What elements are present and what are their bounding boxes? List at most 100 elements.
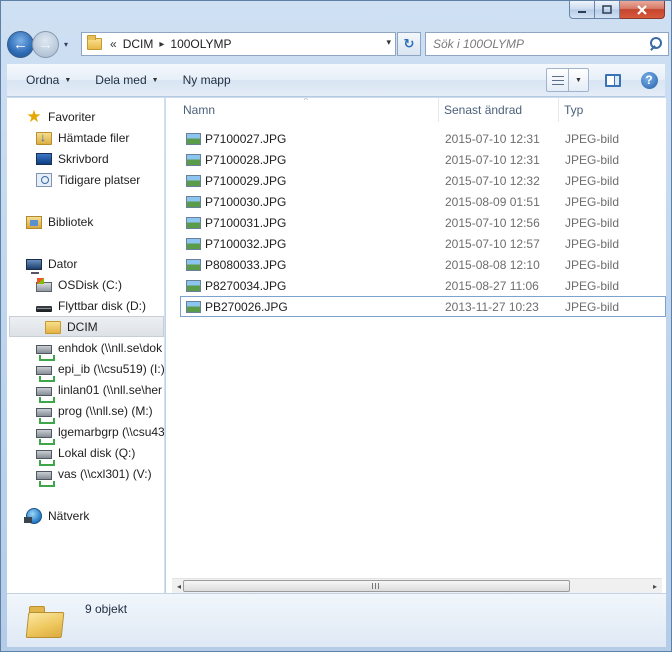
back-arrow-icon: ←: [13, 35, 28, 53]
forward-button[interactable]: →: [32, 30, 59, 58]
scrollbar-thumb[interactable]: [183, 580, 570, 592]
file-name: P8270034.JPG: [205, 279, 287, 293]
file-type: JPEG-bild: [565, 279, 620, 293]
sidebar-item-epi-ib[interactable]: epi_ib (\\csu519) (I:): [36, 358, 165, 382]
jpeg-image-icon: [186, 133, 201, 145]
file-name: P7100029.JPG: [205, 174, 287, 188]
sidebar-item-linlan01[interactable]: linlan01 (\\nll.se\her: [36, 379, 163, 403]
jpeg-image-icon: [186, 196, 201, 208]
network-drive-icon: [36, 386, 55, 403]
sidebar-item-label: Bibliotek: [48, 214, 94, 229]
close-icon: [637, 4, 647, 15]
file-row[interactable]: P8080033.JPG 2015-08-08 12:10 JPEG-bild: [180, 255, 666, 275]
maximize-button[interactable]: [595, 1, 620, 19]
file-row[interactable]: P7100029.JPG 2015-07-10 12:32 JPEG-bild: [180, 171, 666, 191]
chevron-down-icon: ▼: [151, 76, 159, 84]
jpeg-image-icon: [186, 217, 201, 229]
file-type: JPEG-bild: [565, 195, 620, 209]
minimize-icon: [578, 10, 586, 13]
breadcrumb-dcim[interactable]: DCIM: [123, 37, 154, 51]
sidebar-item-label: epi_ib (\\csu519) (I:): [58, 361, 165, 376]
sidebar-item-downloads[interactable]: Hämtade filer: [36, 127, 129, 148]
file-row[interactable]: P7100027.JPG 2015-07-10 12:31 JPEG-bild: [180, 129, 666, 149]
new-folder-button[interactable]: Ny mapp: [174, 68, 240, 92]
address-bar[interactable]: « DCIM ▸ 100OLYMP ▾: [81, 32, 396, 56]
sidebar-item-lgemarbgrp[interactable]: lgemarbgrp (\\csu43: [36, 421, 164, 445]
sidebar-item-removable-disk[interactable]: Flyttbar disk (D:): [36, 295, 146, 316]
sidebar-item-label: Skrivbord: [58, 151, 109, 166]
sidebar-item-network[interactable]: Nätverk: [24, 505, 90, 526]
file-row[interactable]: P7100030.JPG 2015-08-09 01:51 JPEG-bild: [180, 192, 666, 212]
file-row[interactable]: PB270026.JPG 2013-11-27 10:23 JPEG-bild: [180, 296, 666, 317]
details-view-icon[interactable]: [547, 69, 569, 91]
file-type: JPEG-bild: [565, 216, 620, 230]
folder-icon: [45, 321, 61, 334]
file-type: JPEG-bild: [565, 258, 620, 272]
horizontal-scrollbar[interactable]: ◂ ▸: [172, 578, 662, 593]
sidebar-item-dcim[interactable]: DCIM: [9, 316, 164, 337]
sidebar-item-label: enhdok (\\nll.se\dok: [58, 340, 163, 355]
column-header-type[interactable]: Typ: [564, 103, 583, 117]
refresh-button[interactable]: ↻: [397, 32, 421, 56]
file-row[interactable]: P7100031.JPG 2015-07-10 12:56 JPEG-bild: [180, 213, 666, 233]
sidebar-item-libraries[interactable]: Bibliotek: [26, 211, 93, 232]
share-with-label: Dela med: [95, 73, 147, 87]
sidebar-item-prog[interactable]: prog (\\nll.se) (M:): [36, 400, 153, 424]
network-drive-icon: [36, 470, 55, 487]
file-row[interactable]: P7100032.JPG 2015-07-10 12:57 JPEG-bild: [180, 234, 666, 254]
change-view-button[interactable]: ▼: [546, 68, 589, 92]
sort-ascending-icon: ^: [304, 98, 308, 105]
file-date: 2015-07-10 12:31: [445, 132, 540, 146]
sidebar-item-label: Nätverk: [48, 508, 90, 523]
chevron-down-icon: ▾: [63, 39, 68, 49]
search-icon[interactable]: [647, 36, 663, 52]
folder-icon: [87, 35, 102, 50]
sidebar-item-label: Hämtade filer: [58, 130, 130, 145]
new-folder-label: Ny mapp: [182, 73, 231, 87]
file-name: P7100031.JPG: [205, 216, 287, 230]
close-button[interactable]: [620, 1, 665, 19]
sidebar-item-label: linlan01 (\\nll.se\her: [58, 382, 163, 397]
recent-locations-button[interactable]: ▾: [60, 40, 72, 49]
share-with-button[interactable]: Dela med ▼: [86, 68, 167, 92]
organize-label: Ordna: [26, 73, 60, 87]
file-row[interactable]: P7100028.JPG 2015-07-10 12:31 JPEG-bild: [180, 150, 666, 170]
file-row[interactable]: P8270034.JPG 2015-08-27 11:06 JPEG-bild: [180, 276, 666, 296]
sidebar-item-enhdok[interactable]: enhdok (\\nll.se\dok: [36, 337, 163, 361]
sidebar-item-desktop[interactable]: Skrivbord: [36, 148, 109, 169]
search-box[interactable]: Sök i 100OLYMP: [425, 32, 669, 56]
preview-pane-button[interactable]: [601, 68, 625, 92]
column-header-name[interactable]: Namn: [183, 103, 215, 117]
file-name: P7100028.JPG: [205, 153, 287, 167]
sidebar-item-local-disk-q[interactable]: Lokal disk (Q:): [36, 442, 135, 466]
back-button[interactable]: ←: [7, 30, 34, 58]
organize-button[interactable]: Ordna ▼: [17, 68, 80, 92]
network-drive-icon: [36, 344, 55, 361]
breadcrumb-100olymp[interactable]: 100OLYMP: [170, 37, 231, 51]
breadcrumb-separator-icon[interactable]: ▸: [159, 39, 164, 50]
file-date: 2015-08-27 11:06: [445, 279, 539, 293]
view-dropdown-icon[interactable]: ▼: [569, 77, 588, 84]
column-header-date-modified[interactable]: Senast ändrad: [444, 103, 522, 117]
help-button[interactable]: ?: [637, 68, 661, 92]
address-dropdown-icon[interactable]: ▾: [386, 37, 391, 48]
sidebar-item-favorites[interactable]: ★ Favoriter: [26, 106, 95, 127]
file-date: 2015-07-10 12:31: [445, 153, 540, 167]
sidebar-item-osdisk[interactable]: OSDisk (C:): [36, 274, 122, 295]
sidebar-item-computer[interactable]: Dator: [26, 253, 77, 274]
sidebar-item-recent-places[interactable]: Tidigare platser: [36, 169, 140, 190]
file-type: JPEG-bild: [565, 153, 620, 167]
column-divider[interactable]: [438, 98, 439, 122]
search-input[interactable]: Sök i 100OLYMP: [433, 37, 647, 51]
libraries-icon: [26, 216, 42, 229]
grip-icon: [372, 583, 380, 589]
column-divider[interactable]: [558, 98, 559, 122]
file-type: JPEG-bild: [565, 237, 620, 251]
jpeg-image-icon: [186, 300, 201, 313]
file-name: P7100027.JPG: [205, 132, 287, 146]
scroll-right-icon[interactable]: ▸: [649, 581, 661, 593]
computer-icon: [26, 258, 42, 274]
sidebar-item-vas[interactable]: vas (\\cxl301) (V:): [36, 463, 152, 487]
overflow-chevron-icon[interactable]: «: [110, 37, 117, 51]
minimize-button[interactable]: [569, 1, 595, 19]
